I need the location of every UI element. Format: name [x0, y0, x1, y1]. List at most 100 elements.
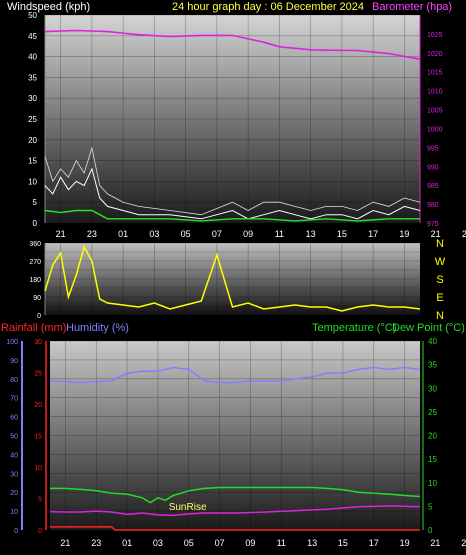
temperature-tick-3: 15 — [428, 455, 437, 464]
wind-x-tick-13: 23 — [462, 229, 466, 239]
barometer-tick-4: 995 — [427, 145, 439, 152]
rainfall-tick-6: 30 — [34, 339, 42, 346]
wind-x-tick-1: 23 — [87, 229, 97, 239]
barometer-tick-0: 975 — [427, 221, 439, 228]
direction-tick-3: 270 — [29, 259, 41, 266]
compass-label-1: W — [435, 256, 446, 268]
rainfall-tick-2: 10 — [34, 465, 42, 472]
temperature-tick-8: 40 — [428, 337, 437, 346]
compass-label-0: N — [436, 238, 444, 250]
rainfall-tick-1: 5 — [38, 497, 42, 504]
temperature-tick-0: 0 — [428, 526, 433, 535]
temp-x-tick-5: 07 — [215, 538, 225, 548]
humidity-tick-8: 80 — [10, 377, 18, 384]
rainfall-tick-5: 25 — [34, 371, 42, 378]
temp-x-tick-2: 01 — [122, 538, 132, 548]
windspeed-tick-0: 0 — [33, 219, 38, 228]
wind-x-tick-10: 17 — [368, 229, 378, 239]
windspeed-tick-2: 10 — [28, 177, 37, 186]
compass-label-3: E — [436, 292, 443, 304]
windspeed-tick-7: 35 — [28, 73, 37, 82]
temp-x-tick-1: 23 — [91, 538, 101, 548]
temp-x-tick-4: 05 — [184, 538, 194, 548]
wind-x-tick-8: 13 — [306, 229, 316, 239]
barometer-tick-2: 985 — [427, 183, 439, 190]
humidity-tick-7: 70 — [10, 396, 18, 403]
temperature-axis-title: Temperature (°C) — [312, 322, 396, 334]
temp-x-tick-3: 03 — [153, 538, 163, 548]
humidity-tick-4: 40 — [10, 452, 18, 459]
wind-x-tick-5: 07 — [212, 229, 222, 239]
direction-tick-0: 0 — [37, 313, 41, 320]
weather-graphs: Windspeed (kph) 24 hour graph day : 06 D… — [1, 1, 466, 548]
windspeed-tick-9: 45 — [28, 32, 37, 41]
windspeed-tick-8: 40 — [28, 53, 37, 62]
wind-x-tick-6: 09 — [243, 229, 253, 239]
windspeed-tick-3: 15 — [28, 157, 37, 166]
wind-x-tick-0: 21 — [56, 229, 66, 239]
temp-x-tick-13: 23 — [461, 538, 466, 548]
temp-x-tick-11: 19 — [400, 538, 410, 548]
wind-x-tick-9: 15 — [337, 229, 347, 239]
graph-title: 24 hour graph day : 06 December 2024 — [172, 1, 364, 13]
windspeed-tick-4: 20 — [28, 136, 37, 145]
direction-tick-1: 90 — [33, 295, 41, 302]
humidity-tick-1: 10 — [10, 509, 18, 516]
wind-x-tick-3: 03 — [149, 229, 159, 239]
humidity-tick-2: 20 — [10, 490, 18, 497]
barometer-tick-10: 1025 — [427, 32, 443, 39]
wind-x-tick-7: 11 — [275, 229, 284, 239]
humidity-tick-9: 90 — [10, 358, 18, 365]
rainfall-axis-title: Rainfall (mm) — [1, 322, 66, 334]
barometer-axis-title: Barometer (hpa) — [372, 1, 452, 13]
barometer-tick-5: 1000 — [427, 126, 443, 133]
temp-x-tick-6: 09 — [245, 538, 255, 548]
temp-x-tick-10: 17 — [369, 538, 379, 548]
compass-labels: NWSEN — [435, 238, 446, 322]
temperature-tick-7: 35 — [428, 361, 437, 370]
temp-x-tick-8: 13 — [307, 538, 317, 548]
windspeed-tick-10: 50 — [28, 11, 37, 20]
temp-x-tick-12: 21 — [430, 538, 440, 548]
wind-x-tick-11: 19 — [399, 229, 409, 239]
temp-hum-rain-x-ticks: 21 23 01 03 05 07 09 11 13 15 17 19 21 23 — [60, 538, 466, 548]
barometer-tick-9: 1020 — [427, 51, 443, 58]
rainfall-tick-4: 20 — [34, 402, 42, 409]
windspeed-tick-6: 30 — [28, 94, 37, 103]
direction-axis-ticks: 0 90 180 270 360 — [29, 241, 46, 320]
humidity-tick-6: 60 — [10, 415, 18, 422]
barometer-tick-3: 990 — [427, 164, 439, 171]
temperature-tick-6: 30 — [428, 384, 437, 393]
wind-x-tick-2: 01 — [118, 229, 128, 239]
barometer-tick-8: 1015 — [427, 70, 443, 77]
humidity-tick-10: 100 — [6, 339, 18, 346]
compass-label-4: N — [436, 310, 444, 322]
windspeed-tick-1: 5 — [33, 198, 38, 207]
rainfall-tick-3: 15 — [34, 434, 42, 441]
temperature-tick-5: 25 — [428, 408, 437, 417]
windspeed-axis-ticks: 0 5 10 15 20 25 30 35 40 45 50 — [28, 11, 46, 228]
windspeed-axis-title: Windspeed (kph) — [7, 1, 90, 13]
humidity-tick-3: 30 — [10, 471, 18, 478]
barometer-tick-7: 1010 — [427, 89, 443, 96]
compass-label-2: S — [436, 274, 443, 286]
wind-x-tick-4: 05 — [181, 229, 191, 239]
barometer-tick-1: 980 — [427, 202, 439, 209]
barometer-tick-6: 1005 — [427, 108, 443, 115]
direction-tick-2: 180 — [29, 277, 41, 284]
sunrise-annotation: SunRise — [169, 502, 207, 513]
temp-x-tick-0: 21 — [60, 538, 70, 548]
temperature-tick-2: 10 — [428, 479, 437, 488]
windspeed-tick-5: 25 — [28, 115, 37, 124]
temperature-tick-4: 20 — [428, 432, 437, 441]
wind-baro-x-ticks: 2123010305070911131517192123 — [56, 229, 466, 239]
direction-tick-4: 360 — [29, 241, 41, 248]
rainfall-tick-0: 0 — [38, 528, 42, 535]
dewpoint-axis-title: Dew Point (°C) — [392, 322, 465, 334]
temp-x-tick-9: 15 — [338, 538, 348, 548]
humidity-axis-title: Humidity (%) — [66, 322, 129, 334]
barometer-axis-ticks: 975 980 985 990 995 1000 1005 1010 1015 1020 1025 — [419, 15, 443, 228]
temperature-tick-1: 5 — [428, 502, 433, 511]
humidity-tick-5: 50 — [10, 434, 18, 441]
humidity-tick-0: 0 — [14, 528, 18, 535]
